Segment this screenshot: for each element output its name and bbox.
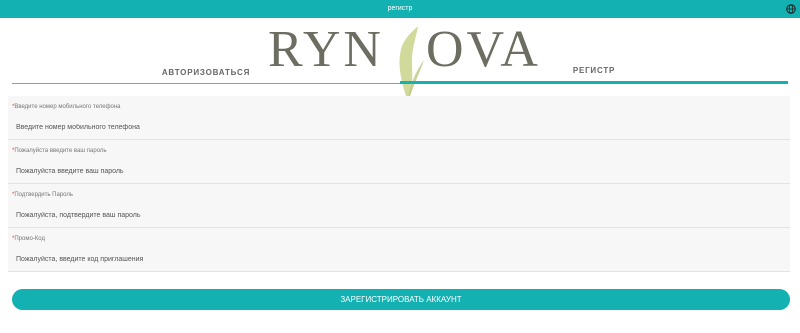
confirm-password-label-text: Подтвердить Пароль [14,192,73,198]
register-account-button[interactable]: ЗАРЕГИСТРИРОВАТЬ АККАУНТ [12,289,790,310]
phone-input[interactable] [16,120,776,134]
password-field-label: *Пожалуйста введите ваш пароль [12,148,107,154]
top-bar: регистр [0,0,800,18]
confirm-password-field-group: *Подтвердить Пароль [8,184,790,228]
globe-icon[interactable] [786,4,796,14]
confirm-password-input[interactable] [16,208,776,222]
brand-logo: RYN OVA [268,18,548,102]
page-title: регистр [387,5,413,12]
promo-code-field-label: *Промо-Код [12,236,45,242]
password-field-group: *Пожалуйста введите ваш пароль [8,140,790,184]
promo-code-field-group: *Промо-Код [8,228,790,272]
tab-register[interactable]: РЕГИСТР [400,62,788,84]
auth-tabs: АВТОРИЗОВАТЬСЯ РЕГИСТР [12,62,788,84]
tab-login[interactable]: АВТОРИЗОВАТЬСЯ [12,62,400,84]
password-label-text: Пожалуйста введите ваш пароль [14,148,107,154]
password-input[interactable] [16,164,776,178]
promo-code-input[interactable] [16,252,776,266]
confirm-password-field-label: *Подтвердить Пароль [12,192,73,198]
promo-code-label-text: Промо-Код [14,236,45,242]
registration-form: *Введите номер мобильного телефона *Пожа… [8,96,790,272]
phone-label-text: Введите номер мобильного телефона [14,104,121,110]
phone-field-group: *Введите номер мобильного телефона [8,96,790,140]
phone-field-label: *Введите номер мобильного телефона [12,104,121,110]
